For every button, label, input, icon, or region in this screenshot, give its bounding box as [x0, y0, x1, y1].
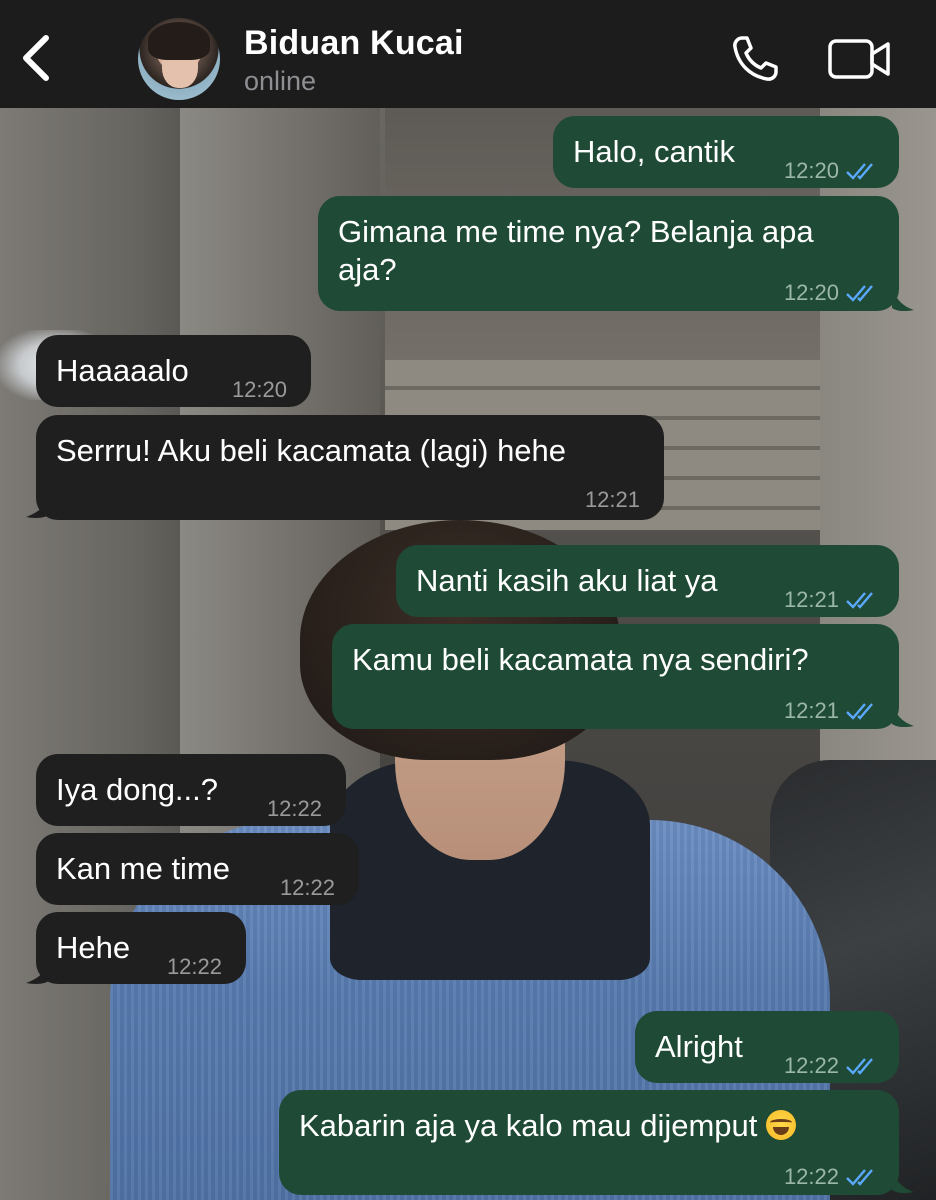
message-bubble-outgoing[interactable]: Kamu beli kacamata nya sendiri? 12:21	[332, 624, 899, 729]
message-meta: 12:22	[784, 1047, 879, 1085]
message-time: 12:22	[783, 1053, 839, 1078]
message-bubble-outgoing[interactable]: Kabarin aja ya kalo mau dijemput 12:22	[279, 1090, 899, 1195]
message-text: Iya dong...?	[56, 772, 219, 807]
message-text: Haaaaalo	[56, 353, 189, 388]
message-time: 12:22	[166, 954, 222, 979]
message-text: Nanti kasih aku liat ya	[416, 563, 718, 598]
message-text: Hehe	[56, 930, 131, 965]
message-bubble-incoming[interactable]: Haaaaalo 12:20	[36, 335, 311, 407]
message-time: 12:22	[783, 1164, 839, 1189]
message-bubble-incoming[interactable]: Iya dong...? 12:22	[36, 754, 346, 826]
message-meta: 12:22	[784, 1158, 879, 1196]
phone-icon	[733, 36, 778, 81]
message-meta: 12:20	[784, 274, 879, 312]
message-text: Kabarin aja ya kalo mau dijemput	[299, 1108, 758, 1143]
message-time: 12:21	[584, 487, 640, 512]
double-check-icon	[846, 163, 873, 180]
contact-avatar[interactable]	[138, 18, 220, 100]
message-bubble-outgoing[interactable]: Halo, cantik 12:20	[553, 116, 899, 188]
message-time: 12:22	[279, 875, 335, 900]
message-text-wrapper: Kabarin aja ya kalo mau dijemput	[299, 1107, 796, 1145]
message-time: 12:20	[783, 280, 839, 305]
message-bubble-outgoing[interactable]: Alright 12:22	[635, 1011, 899, 1083]
message-text: Halo, cantik	[573, 134, 735, 169]
message-time: 12:20	[231, 377, 287, 402]
video-camera-icon	[828, 39, 890, 79]
chevron-left-icon	[23, 35, 49, 81]
video-call-button[interactable]	[828, 38, 892, 80]
message-bubble-outgoing[interactable]: Gimana me time nya? Belanja apa aja? 12:…	[318, 196, 899, 311]
double-check-icon	[846, 1169, 873, 1186]
message-time: 12:22	[266, 796, 322, 821]
face-with-tears-of-joy-icon	[766, 1110, 796, 1140]
double-check-icon	[846, 703, 873, 720]
message-meta: 12:21	[784, 692, 879, 730]
message-text: Kan me time	[56, 851, 231, 886]
message-bubble-outgoing[interactable]: Nanti kasih aku liat ya 12:21	[396, 545, 899, 617]
message-bubble-incoming[interactable]: Hehe 12:22	[36, 912, 246, 984]
double-check-icon	[846, 285, 873, 302]
double-check-icon	[846, 1058, 873, 1075]
message-text: Serrru! Aku beli kacamata (lagi) hehe	[56, 433, 567, 468]
message-time: 12:21	[783, 698, 839, 723]
message-bubble-incoming[interactable]: Kan me time 12:22	[36, 833, 359, 905]
message-time: 12:21	[783, 587, 839, 612]
message-text: Alright	[655, 1029, 743, 1064]
message-meta: 12:21	[784, 581, 879, 619]
double-check-icon	[846, 592, 873, 609]
contact-status: online	[244, 66, 317, 96]
message-text: Kamu beli kacamata nya sendiri?	[352, 642, 809, 677]
avatar-hair	[148, 22, 210, 60]
contact-name[interactable]: Biduan Kucai	[244, 24, 464, 63]
back-button[interactable]	[14, 26, 58, 86]
message-meta: 12:20	[784, 152, 879, 190]
chat-header: Biduan Kucai online	[0, 0, 936, 108]
message-time: 12:20	[783, 158, 839, 183]
message-bubble-incoming[interactable]: Serrru! Aku beli kacamata (lagi) hehe 12…	[36, 415, 664, 520]
voice-call-button[interactable]	[730, 34, 780, 84]
